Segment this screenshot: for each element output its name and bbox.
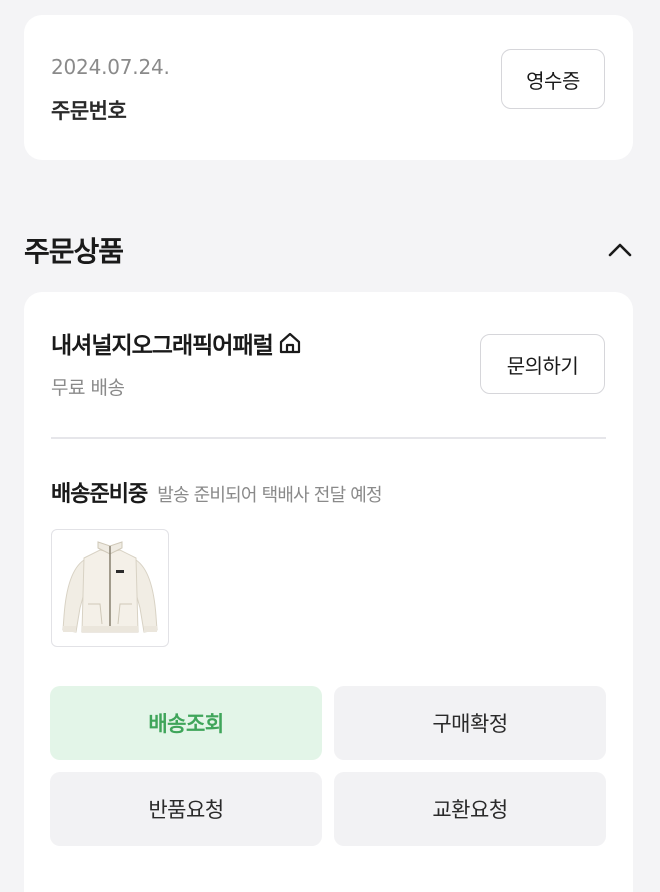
- shipping-fee: 무료 배송: [51, 377, 125, 399]
- seller-name[interactable]: 내셔널지오그래픽어패럴: [51, 326, 274, 360]
- status-description: 발송 준비되어 택배사 전달 예정: [157, 485, 382, 506]
- order-info-card: 2024.07.24. 주문번호 영수증: [24, 15, 633, 160]
- receipt-button[interactable]: 영수증: [501, 49, 605, 109]
- product-thumbnail[interactable]: [51, 529, 169, 647]
- section-title: 주문상품: [24, 235, 124, 268]
- home-icon[interactable]: [277, 330, 303, 356]
- fleece-jacket-image: [62, 541, 158, 633]
- order-number-label: 주문번호: [51, 99, 127, 123]
- divider: [51, 437, 606, 439]
- seller-row[interactable]: 내셔널지오그래픽어패럴: [51, 326, 303, 360]
- return-request-button[interactable]: 반품요청: [50, 772, 322, 846]
- inquiry-button[interactable]: 문의하기: [480, 334, 605, 394]
- track-shipment-button[interactable]: 배송조회: [50, 686, 322, 760]
- shipping-status: 배송준비중 발송 준비되어 택배사 전달 예정: [51, 476, 383, 508]
- order-product-card: 내셔널지오그래픽어패럴 무료 배송 문의하기 배송준비중 발송 준비되어 택배사…: [24, 292, 633, 892]
- order-date: 2024.07.24.: [51, 55, 170, 79]
- confirm-purchase-button[interactable]: 구매확정: [334, 686, 606, 760]
- exchange-request-button[interactable]: 교환요청: [334, 772, 606, 846]
- chevron-up-icon[interactable]: [604, 236, 636, 264]
- status-title: 배송준비중: [51, 482, 148, 507]
